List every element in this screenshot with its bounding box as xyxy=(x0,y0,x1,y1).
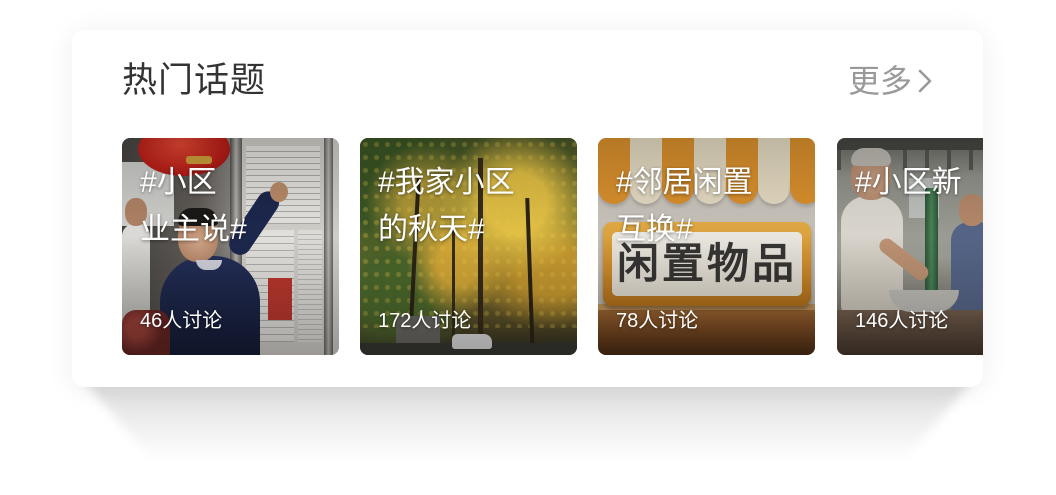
red-photo-shape xyxy=(268,278,292,320)
section-title: 热门话题 xyxy=(122,61,267,100)
topic-title-line: 的秋天# xyxy=(378,213,485,246)
topic-card[interactable]: 闲置物品 #邻居闲置 互换# 78人讨论 xyxy=(598,138,815,355)
cook-arm-shape xyxy=(876,235,932,284)
cook-body-shape xyxy=(841,196,903,316)
topic-title: #我家小区 的秋天# xyxy=(378,159,577,253)
topic-title-line: 业主说# xyxy=(140,213,247,246)
topic-card[interactable]: #小区 业主说# 46人讨论 xyxy=(122,138,339,355)
topic-title-line: 互换# xyxy=(616,213,693,246)
topics-carousel[interactable]: #小区 业主说# 46人讨论 #我家小区 的秋天# 172人讨论 闲置物品 #邻… xyxy=(122,138,983,355)
topic-card[interactable]: #我家小区 的秋天# 172人讨论 xyxy=(360,138,577,355)
more-label: 更多 xyxy=(847,63,912,99)
topic-discussion-count: 46人讨论 xyxy=(140,310,223,332)
topic-discussion-count: 146人讨论 xyxy=(855,310,949,332)
topic-title-line: #小区 xyxy=(140,166,217,199)
topic-title: #小区 业主说# xyxy=(140,159,339,253)
card-shadow-shape xyxy=(80,376,976,460)
hot-topics-card: 热门话题 更多 #小区 业主说# 46人讨论 #我家小区 的秋天# 172人讨论… xyxy=(72,30,983,387)
more-link[interactable]: 更多 xyxy=(848,59,932,103)
topic-title-line: #邻居闲置 xyxy=(616,166,753,199)
man-body-shape xyxy=(160,256,260,355)
topic-title: #邻居闲置 互换# xyxy=(616,159,815,253)
topic-discussion-count: 78人讨论 xyxy=(616,310,699,332)
car-shape xyxy=(452,334,492,349)
stage: 热门话题 更多 #小区 业主说# 46人讨论 #我家小区 的秋天# 172人讨论… xyxy=(0,0,1056,495)
ground-shape xyxy=(360,343,577,355)
topic-card[interactable]: #小区新 146人讨论 xyxy=(837,138,983,355)
topic-title-line: #我家小区 xyxy=(378,166,515,199)
man-collar-shape xyxy=(196,260,222,270)
right-person-body-shape xyxy=(951,222,983,322)
topic-discussion-count: 172人讨论 xyxy=(378,310,472,332)
chevron-right-icon xyxy=(918,69,932,93)
pergola-beam-shape xyxy=(837,138,983,150)
topic-title-line: #小区新 xyxy=(855,166,962,199)
topic-title: #小区新 xyxy=(855,159,983,206)
chevron-right-icon-svg xyxy=(918,69,932,93)
card-shadow xyxy=(80,376,976,460)
